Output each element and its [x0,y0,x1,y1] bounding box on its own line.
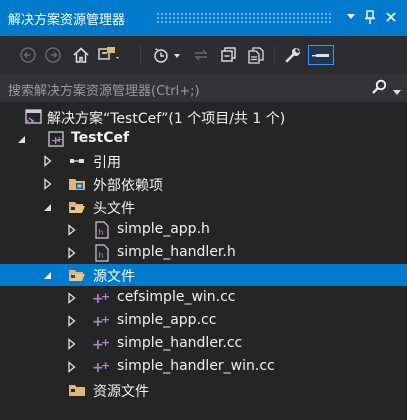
file-label: simple_app.cc [117,312,217,328]
project-label: TestCef [71,130,130,146]
switch-views-icon[interactable] [96,45,122,65]
cpp-source-file-icon: + + [92,335,110,353]
pin-icon[interactable] [362,9,378,25]
filter-folder-icon [68,381,86,399]
external-dependencies-label: 外部依赖项 [93,178,163,194]
svg-text:+: + [101,313,110,326]
close-icon[interactable] [383,9,399,25]
header-file-icon: h [93,244,111,262]
file-label: simple_handler.h [117,244,236,260]
references-label: 引用 [93,155,121,171]
back-arrow-icon[interactable] [18,45,38,65]
search-options-dropdown-icon[interactable] [393,85,401,100]
external-dependencies-folder-icon [68,175,86,193]
tree-node-source-file[interactable]: + + cefsimple_win.cc [0,287,407,309]
title-drag-grip[interactable] [156,12,331,24]
cpp-project-icon: + + [47,130,65,148]
search-icon[interactable] [371,79,387,99]
tree-node-source-file[interactable]: + + simple_handler.cc [0,333,407,355]
window-position-dropdown-icon[interactable] [343,9,359,25]
collapsed-arrow-icon[interactable] [66,292,78,304]
tree-node-header-files[interactable]: 头文件 [0,196,407,218]
tree-node-header-file[interactable]: h simple_app.h [0,219,407,241]
svg-text:+: + [101,336,110,349]
sync-with-active-document-icon[interactable] [190,45,212,65]
collapsed-arrow-icon[interactable] [66,338,78,350]
file-label: simple_handler_win.cc [117,358,275,374]
expanded-arrow-icon[interactable] [42,201,54,213]
tree-node-external-dependencies[interactable]: 外部依赖项 [0,173,407,195]
collapsed-arrow-icon[interactable] [66,361,78,373]
header-file-icon: h [93,221,111,239]
expanded-arrow-icon[interactable] [16,133,28,145]
cpp-source-file-icon: + + [92,289,110,307]
panel-title-bar: 解决方案资源管理器 [0,0,407,36]
collapse-all-icon[interactable] [218,45,240,65]
toolbar [0,36,407,74]
tree-node-resource-files[interactable]: 资源文件 [0,379,407,401]
cpp-source-file-icon: + + [92,358,110,376]
show-all-files-icon[interactable] [245,45,267,65]
properties-wrench-icon[interactable] [282,45,304,65]
collapsed-arrow-icon[interactable] [66,315,78,327]
svg-text:+: + [56,135,63,144]
resource-files-label: 资源文件 [93,384,149,400]
solution-icon [24,108,42,126]
svg-text:h: h [99,251,104,260]
preview-selected-items-icon[interactable] [308,45,334,65]
pending-changes-filter-icon[interactable] [150,45,184,65]
tree-node-references[interactable]: 引用 [0,150,407,172]
solution-tree: 解决方案“TestCef”(1 个项目/共 1 个) + + TestCef 引用… [0,104,407,420]
file-label: simple_handler.cc [117,335,243,351]
tree-node-project[interactable]: + + TestCef [0,128,407,150]
solution-label: 解决方案“TestCef”(1 个项目/共 1 个) [47,111,286,127]
file-label: cefsimple_win.cc [117,289,236,305]
tree-node-header-file[interactable]: h simple_handler.h [0,242,407,264]
svg-text:h: h [99,228,104,237]
svg-text:+: + [101,290,110,303]
tree-node-source-files[interactable]: 源文件 [0,264,407,286]
collapsed-arrow-icon[interactable] [66,224,78,236]
file-label: simple_app.h [117,221,210,237]
search-box[interactable]: 搜索解决方案资源管理器(Ctrl+;) [0,74,407,102]
header-files-label: 头文件 [93,201,135,217]
forward-arrow-icon[interactable] [43,45,63,65]
home-icon[interactable] [70,45,92,65]
panel-title: 解决方案资源管理器 [8,13,126,28]
source-files-label: 源文件 [93,269,135,285]
tree-node-solution[interactable]: 解决方案“TestCef”(1 个项目/共 1 个) [0,106,407,128]
filter-folder-open-icon [68,198,86,216]
search-input[interactable]: 搜索解决方案资源管理器(Ctrl+;) [8,80,200,99]
collapsed-arrow-icon[interactable] [42,178,54,190]
tree-node-source-file[interactable]: + + simple_handler_win.cc [0,356,407,378]
collapsed-arrow-icon[interactable] [42,155,54,167]
expanded-arrow-icon[interactable] [42,269,54,281]
cpp-source-file-icon: + + [92,312,110,330]
tree-node-source-file[interactable]: + + simple_app.cc [0,310,407,332]
collapsed-arrow-icon[interactable] [66,247,78,259]
filter-folder-open-icon [68,266,86,284]
references-icon [68,152,86,170]
svg-text:+: + [101,359,110,372]
